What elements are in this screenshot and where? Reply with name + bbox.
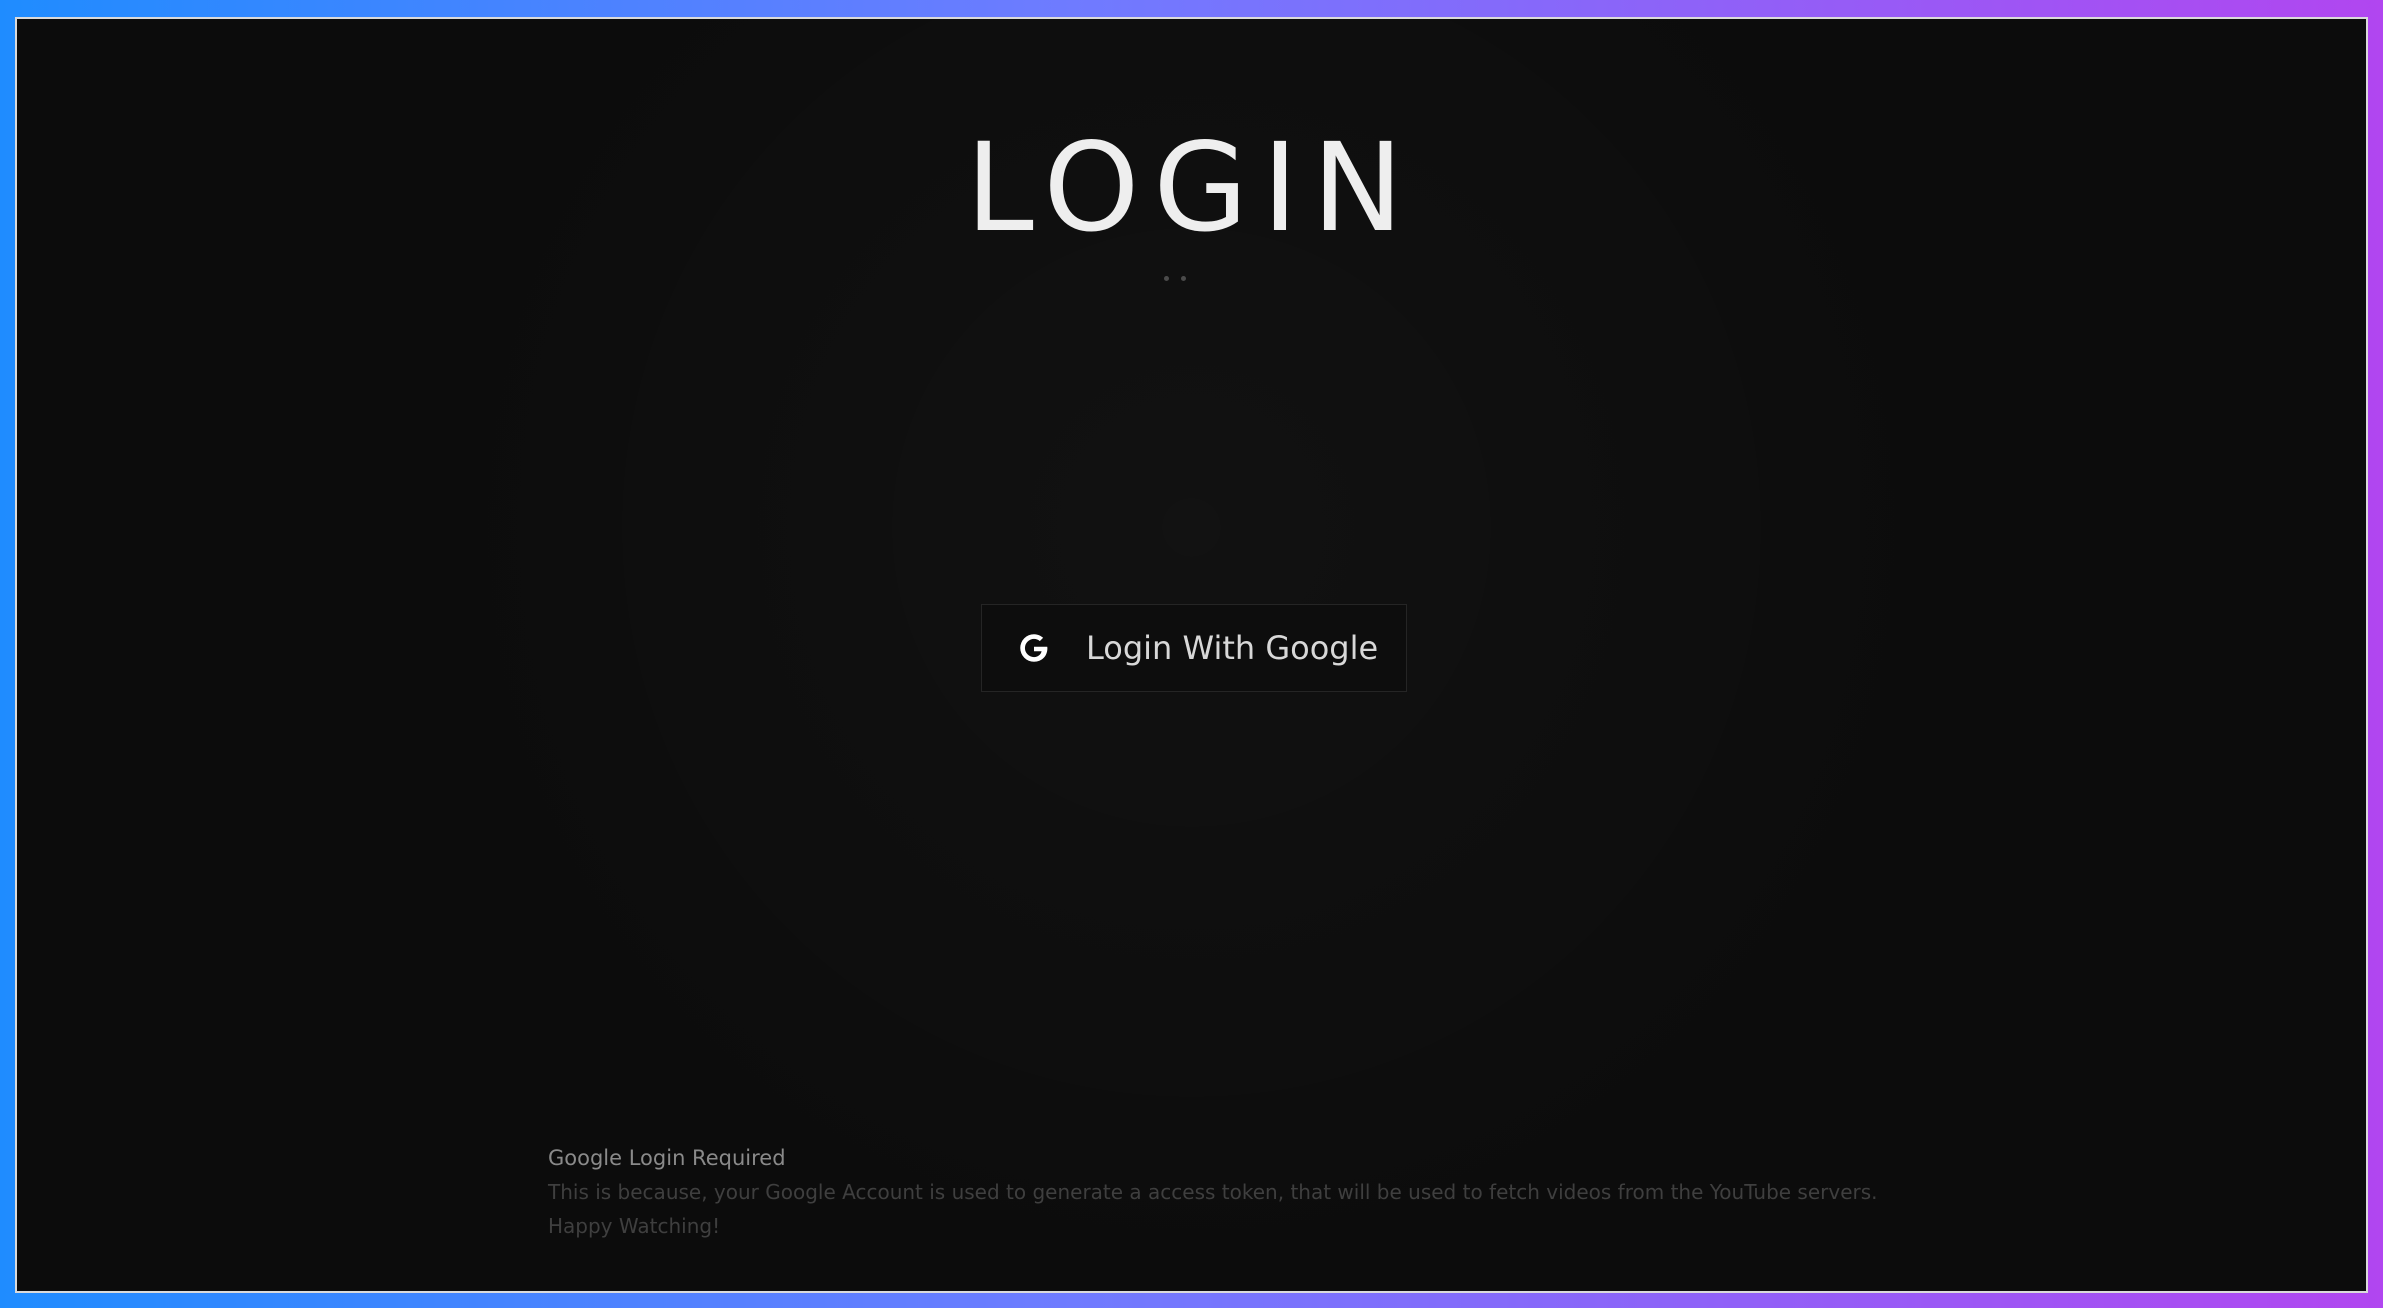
page-title: LOGIN <box>965 117 1418 259</box>
notice-heading: Google Login Required <box>548 1146 786 1170</box>
login-screen: LOGIN Login With Google Google Login Req… <box>15 17 2368 1293</box>
login-with-google-button[interactable]: Login With Google <box>981 604 1407 692</box>
notice-closing: Happy Watching! <box>548 1214 721 1238</box>
loading-indicator <box>1164 276 1186 281</box>
loading-dot <box>1181 276 1186 281</box>
loading-dot <box>1164 276 1169 281</box>
google-g-icon <box>1017 631 1051 665</box>
login-button-label: Login With Google <box>1086 629 1379 667</box>
notice-body: This is because, your Google Account is … <box>548 1180 1878 1204</box>
login-notice: Google Login Required This is because, y… <box>548 1141 1948 1243</box>
